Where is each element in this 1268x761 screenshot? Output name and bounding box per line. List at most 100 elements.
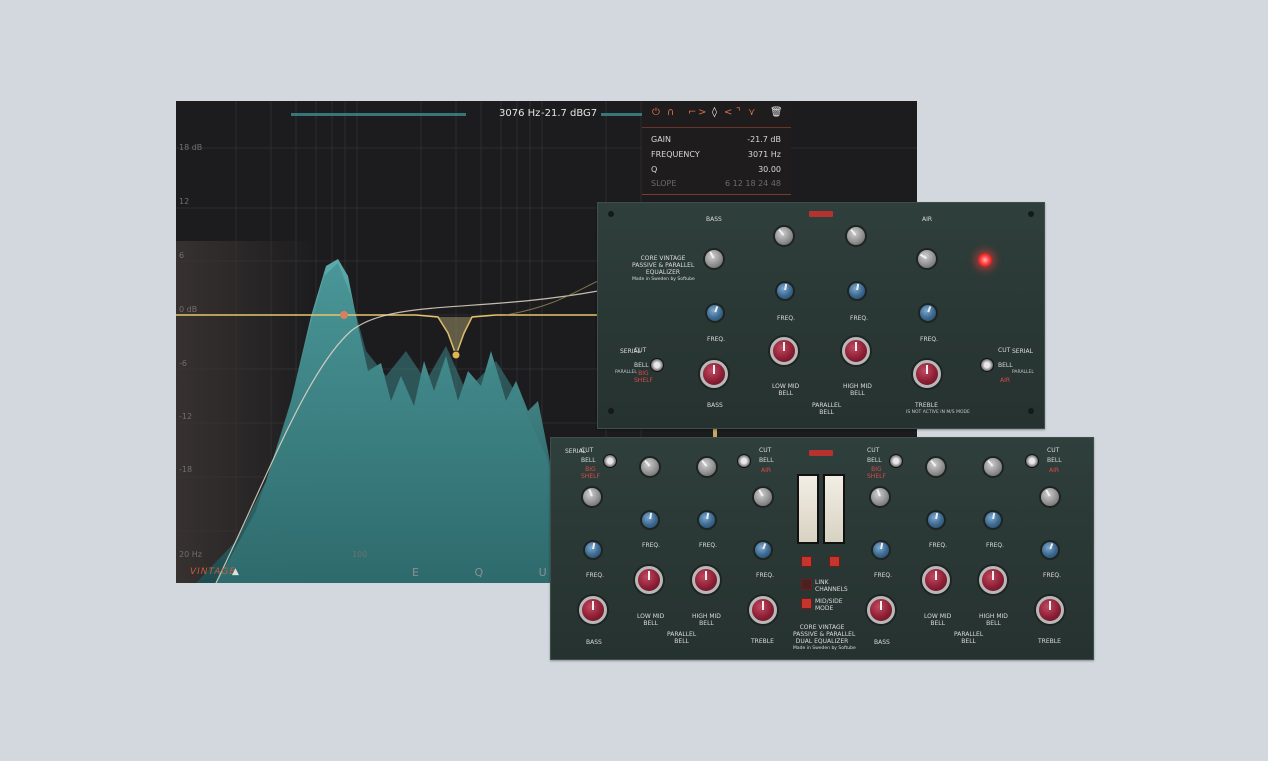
ch2-bass-frequency-knob[interactable] [871, 540, 891, 560]
label-line: BELL [699, 620, 714, 627]
db-label: -12 [179, 412, 193, 421]
ch2-bass-gain-knob[interactable] [867, 596, 895, 624]
low-mid-q-knob[interactable] [773, 225, 795, 247]
gain-value[interactable]: -21.7 dB [747, 135, 781, 144]
bass-frequency-knob[interactable] [705, 303, 725, 323]
freq-label: 100 [352, 550, 368, 559]
link-channels-button[interactable] [801, 579, 812, 590]
ch1-bass-frequency-knob[interactable] [583, 540, 603, 560]
label-line: LOW MID [637, 613, 665, 620]
low-mid-frequency-knob[interactable] [775, 281, 795, 301]
mid-side-mode-label: MID/SIDE MODE [815, 598, 843, 612]
label-line: PARALLEL [667, 631, 697, 638]
treble-gain-knob[interactable] [913, 360, 941, 388]
treble-label: TREBLE [1038, 638, 1061, 645]
frequency-row[interactable]: FREQUENCY 3071 Hz [651, 150, 781, 159]
label-line: HIGH MID [692, 613, 721, 620]
air-frequency-knob[interactable] [918, 303, 938, 323]
ch2-low-mid-q-knob[interactable] [925, 456, 947, 478]
bass-mode-switch[interactable] [650, 358, 664, 372]
band-node-orange[interactable] [340, 311, 348, 319]
label-line: PARALLEL [812, 402, 842, 409]
high-mid-bell-label: HIGH MID BELL [843, 383, 872, 397]
title-line: EQUALIZER [645, 269, 681, 276]
ch1-low-mid-frequency-knob[interactable] [640, 510, 660, 530]
ch2-low-mid-frequency-knob[interactable] [926, 510, 946, 530]
ch1-low-mid-gain-knob[interactable] [635, 566, 663, 594]
freq-label: FREQ. [586, 572, 605, 579]
ch1-bass-freq-knob[interactable] [581, 486, 603, 508]
slope-row[interactable]: SLOPE 6 12 18 24 48 [651, 179, 781, 188]
air-label: AIR [761, 467, 772, 474]
ch2-bass-freq-knob[interactable] [869, 486, 891, 508]
core-vintage-eq-panel[interactable]: BASS AIR CORE VINTAGE PASSIVE & PARALLEL… [597, 202, 1045, 429]
bell-icon[interactable]: ◊ [712, 107, 717, 118]
headphones-icon[interactable]: ∩ [667, 107, 674, 118]
screw [608, 211, 614, 217]
label-line: MODE [815, 605, 834, 612]
ch2-low-mid-gain-knob[interactable] [922, 566, 950, 594]
bass-label: BASS [874, 639, 890, 646]
freq-label: 20 Hz [179, 550, 202, 559]
core-vintage-dual-eq-panel[interactable]: SERIAL CUT BELL BIG SHELF CUT BELL AIR CU… [550, 437, 1094, 660]
bass-freq-knob[interactable] [703, 248, 725, 270]
notch-icon[interactable]: ⋎ [748, 107, 755, 118]
ch2-power-button[interactable] [829, 556, 840, 567]
bell-label: BELL [634, 362, 649, 369]
db-label: 18 dB [179, 143, 203, 152]
band-node-yellow[interactable] [451, 350, 461, 360]
power-icon[interactable]: ⏻ [652, 107, 660, 118]
ch1-treble-gain-knob[interactable] [749, 596, 777, 624]
high-mid-q-knob[interactable] [845, 225, 867, 247]
ch2-treble-mode-switch[interactable] [1025, 454, 1039, 468]
vintage-mode-label[interactable]: VINTAGE [190, 567, 236, 577]
ch1-bass-mode-switch[interactable] [603, 454, 617, 468]
ch2-treble-gain-knob[interactable] [1036, 596, 1064, 624]
label-line: PARALLEL [954, 631, 984, 638]
label-line: BIG [585, 466, 596, 473]
title-line: DUAL EQUALIZER [795, 638, 849, 645]
bass-gain-knob[interactable] [700, 360, 728, 388]
frequency-value[interactable]: 3071 Hz [748, 150, 781, 159]
high-mid-frequency-knob[interactable] [847, 281, 867, 301]
ch1-low-mid-q-knob[interactable] [639, 456, 661, 478]
ch1-air-freq-knob[interactable] [752, 486, 774, 508]
ch2-high-mid-frequency-knob[interactable] [983, 510, 1003, 530]
trash-icon[interactable]: 🗑 [770, 107, 783, 118]
ch2-high-mid-gain-knob[interactable] [979, 566, 1007, 594]
high-mid-gain-knob[interactable] [842, 337, 870, 365]
low-cut-icon[interactable]: ⌐ [688, 107, 696, 118]
label-line: SHELF [581, 473, 600, 480]
low-shelf-icon[interactable]: > [698, 107, 706, 118]
ch1-high-mid-gain-knob[interactable] [692, 566, 720, 594]
gain-row[interactable]: GAIN -21.7 dB [651, 135, 781, 144]
treble-mode-switch[interactable] [980, 358, 994, 372]
mid-side-mode-button[interactable] [801, 598, 812, 609]
ch2-air-frequency-knob[interactable] [1040, 540, 1060, 560]
air-freq-knob[interactable] [916, 248, 938, 270]
ch1-high-mid-q-knob[interactable] [696, 456, 718, 478]
freq-label: FREQ. [707, 336, 726, 343]
ch1-power-button[interactable] [801, 556, 812, 567]
title-line: PASSIVE & PARALLEL [632, 262, 695, 269]
screw [1028, 408, 1034, 414]
ch1-treble-mode-switch[interactable] [737, 454, 751, 468]
slope-options[interactable]: 6 12 18 24 48 [725, 179, 781, 188]
q-value[interactable]: 30.00 [758, 165, 781, 174]
parallel-bell-label: PARALLEL BELL [812, 402, 841, 416]
high-cut-icon[interactable]: ⌝ [736, 107, 741, 118]
ch2-high-mid-q-knob[interactable] [982, 456, 1004, 478]
cut-label: CUT [759, 447, 772, 454]
ch1-air-frequency-knob[interactable] [753, 540, 773, 560]
ch1-high-mid-frequency-knob[interactable] [697, 510, 717, 530]
low-mid-gain-knob[interactable] [770, 337, 798, 365]
freq-label: FREQ. [642, 542, 661, 549]
low-mid-bell-label: LOW MID BELL [772, 383, 799, 397]
ch2-air-freq-knob[interactable] [1039, 486, 1061, 508]
air-section-label: AIR [922, 216, 933, 223]
ch2-bass-mode-switch[interactable] [889, 454, 903, 468]
mode-dropdown-arrow-icon[interactable]: ▲ [232, 567, 239, 577]
q-row[interactable]: Q 30.00 [651, 165, 781, 174]
high-shelf-icon[interactable]: < [724, 107, 732, 118]
ch1-bass-gain-knob[interactable] [579, 596, 607, 624]
